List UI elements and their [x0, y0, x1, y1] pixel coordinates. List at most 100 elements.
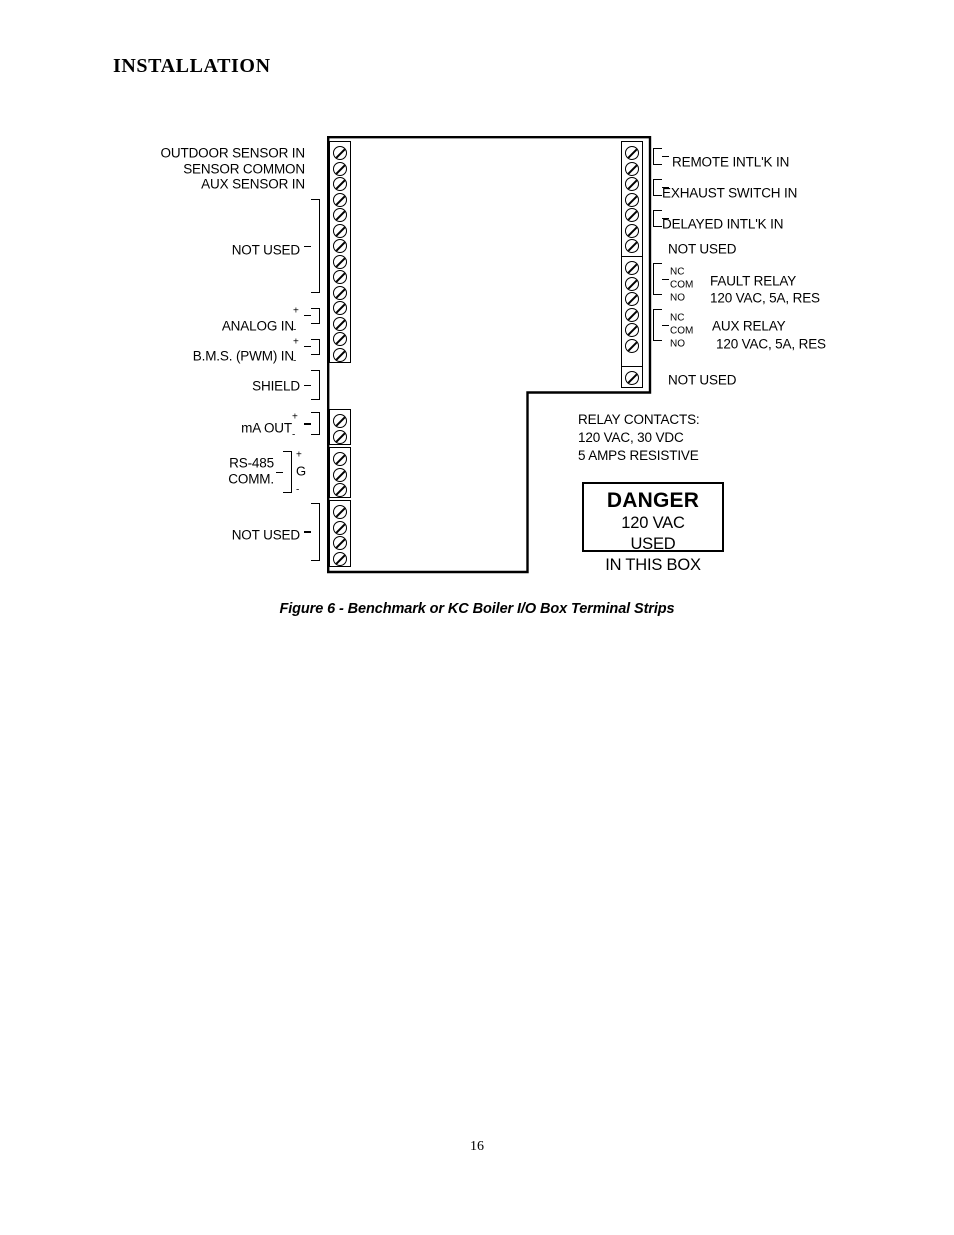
label-ma-out: mA OUT: [241, 420, 292, 436]
terminal-screw[interactable]: [333, 161, 347, 176]
label-right-not-used-2: NOT USED: [668, 372, 737, 388]
bracket-right-remote-intlk: [653, 148, 662, 165]
bracket-tick: [662, 155, 669, 158]
bracket-left-bms-in: [311, 338, 320, 355]
label-not-used-2: NOT USED: [231, 527, 300, 543]
terminal-screw[interactable]: [625, 177, 639, 191]
danger-line-2: IN THIS BOX: [605, 556, 701, 574]
terminal-screw[interactable]: [333, 270, 347, 284]
danger-label: DANGER 120 VAC USED IN THIS BOX: [582, 482, 724, 574]
bracket-tick: [662, 324, 669, 327]
terminal-screw[interactable]: [333, 316, 347, 331]
terminal-screw[interactable]: [333, 536, 347, 550]
polarity-plus-analog: +: [293, 305, 299, 317]
terminal-screw[interactable]: [333, 347, 347, 362]
left-terminal-block-3: [329, 447, 351, 498]
terminal-screw[interactable]: [625, 323, 639, 337]
bracket-tick: [304, 531, 311, 533]
label-outdoor-sensor-in: OUTDOOR SENSOR IN: [160, 145, 306, 161]
bracket-left-shield: [311, 370, 320, 400]
terminal-screw[interactable]: [333, 208, 347, 222]
bracket-tick: [304, 314, 311, 317]
terminal-screw[interactable]: [625, 239, 639, 253]
terminal-screw[interactable]: [333, 332, 347, 346]
label-remote-intlk-in: REMOTE INTL'K IN: [672, 154, 790, 170]
bracket-right-aux-relay: [653, 309, 662, 341]
bracket-left-not-used: [311, 199, 320, 293]
bracket-left-ma-out: [311, 412, 320, 435]
label-exhaust-switch-in: EXHAUST SWITCH IN: [662, 185, 798, 201]
terminal-screw[interactable]: [333, 452, 347, 466]
left-terminal-block-1: [329, 141, 351, 363]
left-terminal-block-4: [329, 500, 351, 567]
terminal-screw[interactable]: [333, 239, 347, 253]
bracket-right-fault-relay: [653, 263, 662, 295]
bracket-tick: [662, 278, 669, 281]
terminal-screw[interactable]: [625, 146, 639, 160]
relay-contacts-note-line3: 5 AMPS RESISTIVE: [578, 448, 699, 463]
terminal-strip-diagram: OUTDOOR SENSOR IN SENSOR COMMON AUX SENS…: [0, 0, 954, 600]
terminal-screw[interactable]: [333, 551, 347, 566]
contact-mark-no-aux: NO: [670, 338, 685, 350]
terminal-screw[interactable]: [333, 301, 347, 315]
bracket-left-not-used-2: [311, 503, 320, 561]
polarity-plus-bms: +: [293, 336, 299, 348]
terminal-screw[interactable]: [333, 429, 347, 444]
figure-caption: Figure 6 - Benchmark or KC Boiler I/O Bo…: [279, 601, 675, 617]
terminal-screw[interactable]: [625, 261, 639, 275]
label-fault-relay-rating: 120 VAC, 5A, RES: [710, 290, 820, 306]
terminal-screw[interactable]: [333, 177, 347, 191]
terminal-screw[interactable]: [333, 254, 347, 269]
terminal-screw[interactable]: [333, 483, 347, 497]
terminal-screw[interactable]: [625, 223, 639, 238]
label-right-not-used-1: NOT USED: [668, 241, 737, 257]
right-terminal-block-1: [621, 141, 643, 270]
terminal-screw[interactable]: [625, 208, 639, 222]
polarity-minus-rs485: -: [296, 484, 300, 496]
polarity-ground-rs485: G: [296, 463, 306, 479]
label-delayed-intlk-in: DELAYED INTL'K IN: [662, 216, 784, 232]
terminal-screw[interactable]: [333, 520, 347, 535]
label-sensor-common: SENSOR COMMON: [183, 161, 305, 176]
danger-title: DANGER: [606, 489, 700, 512]
label-comm: COMM.: [228, 471, 274, 487]
bracket-right-exhaust-switch: [653, 179, 662, 196]
label-rs485: RS-485: [229, 455, 274, 471]
terminal-screw[interactable]: [625, 307, 639, 322]
polarity-plus-ma-out: +: [292, 411, 298, 423]
label-analog-in: ANALOG IN: [221, 318, 294, 334]
bracket-tick: [304, 384, 311, 387]
polarity-minus-ma-out: -: [292, 429, 296, 441]
terminal-screw[interactable]: [625, 292, 639, 306]
bracket-tick: [304, 423, 311, 425]
page-number: 16: [470, 1139, 484, 1154]
relay-contacts-note-line2: 120 VAC, 30 VDC: [578, 430, 684, 445]
label-aux-relay-rating: 120 VAC, 5A, RES: [716, 336, 826, 352]
terminal-screw[interactable]: [625, 161, 639, 176]
bracket-tick: [304, 245, 311, 248]
terminal-screw[interactable]: [333, 192, 347, 207]
bracket-tick: [304, 345, 311, 348]
terminal-screw[interactable]: [625, 371, 639, 385]
relay-contacts-note-line1: RELAY CONTACTS:: [578, 412, 700, 427]
label-not-used-1: NOT USED: [231, 242, 300, 258]
label-aux-relay: AUX RELAY: [712, 318, 786, 334]
terminal-screw[interactable]: [333, 146, 347, 160]
terminal-screw[interactable]: [625, 276, 639, 291]
label-fault-relay: FAULT RELAY: [710, 273, 797, 289]
right-terminal-block-2: [621, 256, 643, 369]
bracket-left-analog-in: [311, 307, 320, 324]
danger-line-1: 120 VAC USED: [621, 514, 685, 553]
terminal-screw[interactable]: [625, 338, 639, 353]
terminal-screw[interactable]: [333, 285, 347, 300]
bracket-tick: [276, 471, 283, 474]
terminal-screw[interactable]: [333, 414, 347, 428]
terminal-screw[interactable]: [625, 192, 639, 207]
terminal-screw[interactable]: [333, 505, 347, 519]
label-aux-sensor-in: AUX SENSOR IN: [201, 176, 305, 192]
right-terminal-block-3: [621, 366, 643, 388]
terminal-screw[interactable]: [333, 223, 347, 238]
terminal-screw[interactable]: [333, 467, 347, 482]
label-bms-pwm-in: B.M.S. (PWM) IN: [192, 348, 294, 364]
page: INSTALLATION OUTDOOR SENSOR IN SENSOR CO…: [0, 0, 954, 1235]
